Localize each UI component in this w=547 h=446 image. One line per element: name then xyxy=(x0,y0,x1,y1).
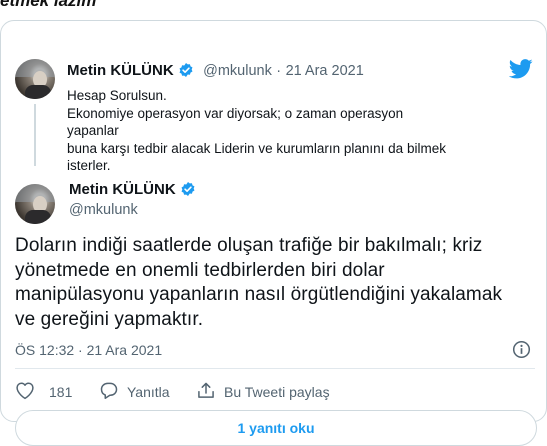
reply-label: Yanıtla xyxy=(127,384,170,400)
verified-badge-icon xyxy=(180,181,196,202)
tweet-text-line: manipülasyonu yapanların nasıl örgütlend… xyxy=(15,284,503,305)
author-handle[interactable]: @mkulunk xyxy=(69,202,138,218)
quoted-tweet-text: Hesap Sorulsun. Ekonomiye operasyon var … xyxy=(67,87,447,175)
read-replies-button[interactable]: 1 yanıtı oku xyxy=(15,410,537,446)
tweet-text-line: Doların indiği saatlerde oluşan trafiğe … xyxy=(15,235,483,256)
like-button[interactable]: 181 xyxy=(15,381,72,403)
share-upload-icon xyxy=(196,381,224,403)
author-name[interactable]: Metin KÜLÜNK xyxy=(67,62,174,79)
share-button[interactable]: Bu Tweeti paylaş xyxy=(196,381,330,403)
tweet-text-line: ve gereğini yapmaktır. xyxy=(15,308,204,330)
article-headline-fragment: etmek lazım" xyxy=(0,0,105,10)
main-tweet-text: Doların indiği saatlerde oluşan trafiğe … xyxy=(15,234,535,332)
separator-dot: · xyxy=(276,63,282,79)
avatar[interactable] xyxy=(15,184,55,224)
tweet-text-line: Ekonomiye operasyon var diyorsak; o zama… xyxy=(67,105,404,139)
quoted-tweet-header: Metin KÜLÜNK @mkulunk · 21 Ara 2021 xyxy=(67,62,364,83)
author-name[interactable]: Metin KÜLÜNK xyxy=(69,181,176,198)
share-label: Bu Tweeti paylaş xyxy=(224,384,330,400)
tweet-text-line: Hesap Sorulsun. xyxy=(67,88,167,103)
tweet-timestamp[interactable]: ÖS 12:32 · 21 Ara 2021 xyxy=(15,342,162,358)
divider xyxy=(15,368,535,369)
main-author-row: Metin KÜLÜNK xyxy=(69,181,196,202)
info-icon[interactable] xyxy=(512,340,531,364)
twitter-bird-icon[interactable] xyxy=(508,59,533,84)
tweet-date[interactable]: 21 Ara 2021 xyxy=(286,63,364,79)
reply-bubble-icon xyxy=(99,381,127,403)
tweet-text-line: yönetmede en onemli tedbirlerden biri do… xyxy=(15,259,385,281)
thread-connector-line xyxy=(34,104,36,166)
embedded-tweet-card: Metin KÜLÜNK @mkulunk · 21 Ara 2021 Hesa… xyxy=(0,20,547,446)
tweet-text-line: buna karşı tedbir alacak Liderin ve kuru… xyxy=(67,140,446,156)
avatar[interactable] xyxy=(15,59,55,99)
heart-icon xyxy=(15,381,43,403)
tweet-text-line: isterler. xyxy=(67,158,111,173)
verified-badge-icon xyxy=(178,62,194,83)
like-count: 181 xyxy=(49,384,73,400)
author-handle[interactable]: @mkulunk xyxy=(203,63,272,79)
reply-button[interactable]: Yanıtla xyxy=(99,381,170,403)
